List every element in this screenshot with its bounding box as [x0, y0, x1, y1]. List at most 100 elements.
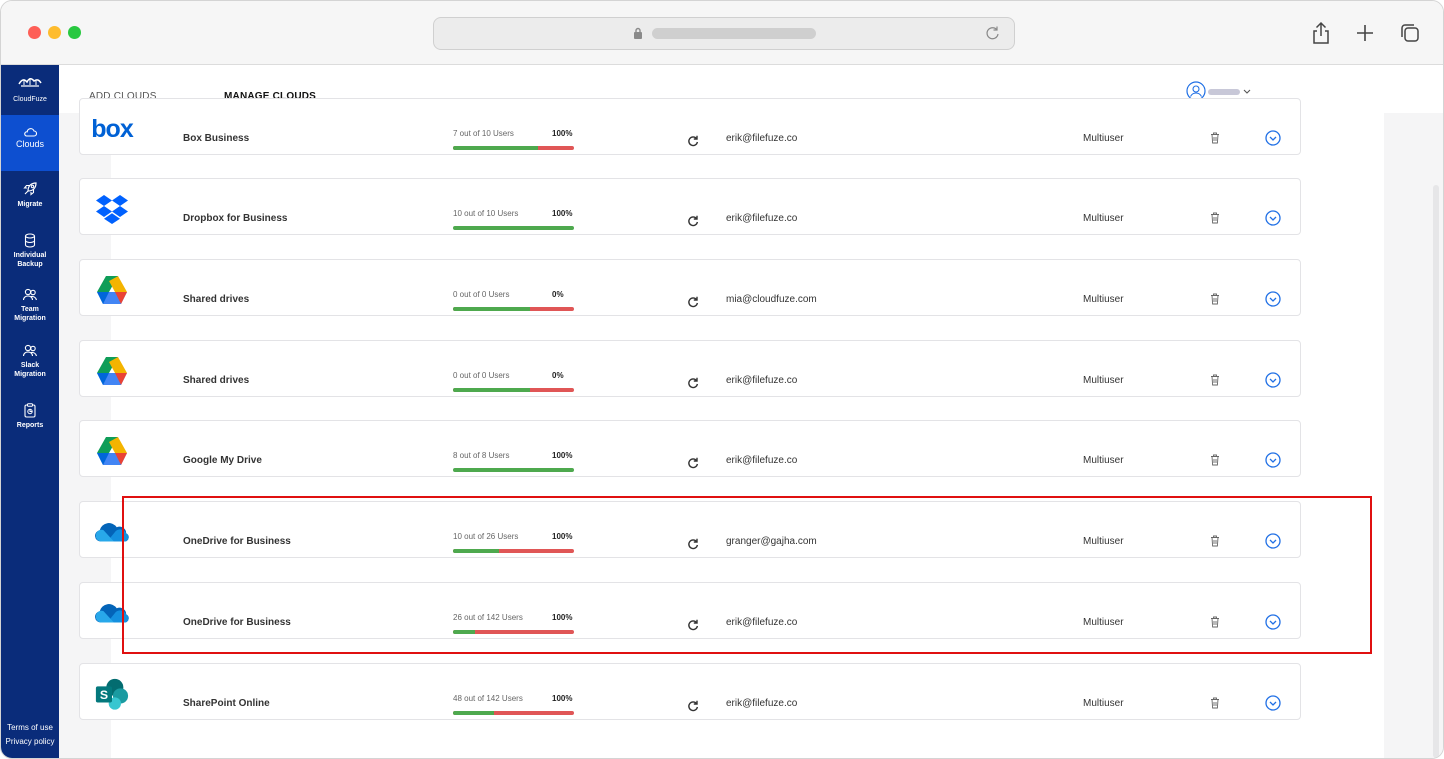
user-count: 48 out of 142 Users: [453, 694, 523, 703]
svg-text:S: S: [100, 688, 108, 702]
sidebar-item-label: Clouds: [15, 139, 44, 149]
usage-bar: [453, 388, 574, 392]
rocket-icon: [23, 182, 37, 196]
new-tab-icon[interactable]: [1356, 24, 1374, 42]
team-icon: [22, 288, 38, 301]
cloud-row-sharepoint-online: S SharePoint Online 48 out of 142 Users …: [79, 663, 1301, 720]
chevron-down-circle-icon[interactable]: [1265, 533, 1281, 549]
usage-bar: [453, 468, 574, 472]
usage-bar-fill: [453, 307, 531, 311]
dropbox-logo: [94, 193, 130, 225]
scrollbar-thumb[interactable]: [1433, 185, 1439, 758]
refresh-icon[interactable]: [687, 619, 699, 631]
cloud-row-shared-drives: Shared drives 0 out of 0 Users 0% mia@cl…: [79, 259, 1301, 316]
sharepoint-logo-icon: S: [95, 678, 129, 710]
user-count: 0 out of 0 Users: [453, 290, 510, 299]
chevron-down-circle-icon[interactable]: [1265, 695, 1281, 711]
cloud-email: erik@filefuze.co: [726, 375, 798, 386]
trash-icon[interactable]: [1210, 293, 1220, 305]
cloud-row-onedrive-business: OneDrive for Business 26 out of 142 User…: [79, 582, 1301, 639]
reload-icon[interactable]: [984, 24, 1002, 42]
cloud-type: Multiuser: [1083, 375, 1124, 386]
address-bar[interactable]: [433, 17, 1015, 50]
user-count: 0 out of 0 Users: [453, 371, 510, 380]
refresh-icon[interactable]: [687, 296, 699, 308]
usage-bar: [453, 146, 574, 150]
chevron-down-circle-icon[interactable]: [1265, 291, 1281, 307]
refresh-icon[interactable]: [687, 538, 699, 550]
privacy-link[interactable]: Privacy policy: [1, 737, 59, 746]
google-drive-logo-icon: [97, 357, 127, 385]
terms-link[interactable]: Terms of use: [1, 723, 59, 732]
trash-icon[interactable]: [1210, 697, 1220, 709]
usage-bar-fill: [453, 549, 499, 553]
chevron-down-circle-icon[interactable]: [1265, 614, 1281, 630]
sidebar-item-team-migration[interactable]: Team Migration: [1, 288, 59, 323]
team-icon: [22, 344, 38, 357]
box-logo: box: [91, 113, 133, 145]
refresh-icon[interactable]: [687, 457, 699, 469]
usage-bar-fill: [453, 146, 538, 150]
usage-percent: 100%: [552, 451, 573, 460]
tab-overview-icon[interactable]: [1399, 22, 1421, 44]
trash-icon[interactable]: [1210, 454, 1220, 466]
onedrive-logo: [94, 516, 130, 548]
close-window-button[interactable]: [28, 26, 41, 39]
cloud-row-box-business: box Box Business 7 out of 10 Users 100% …: [79, 98, 1301, 155]
cloudfuze-logo[interactable]: CloudFuze: [1, 75, 59, 103]
cloud-name: Google My Drive: [183, 455, 262, 466]
chevron-down-circle-icon[interactable]: [1265, 452, 1281, 468]
report-icon: [24, 403, 36, 418]
scrollbar-track[interactable]: [1385, 113, 1439, 758]
usage-bar-fill: [453, 711, 495, 715]
google-drive-logo: [94, 355, 130, 387]
usage-percent: 100%: [552, 129, 573, 138]
trash-icon[interactable]: [1210, 535, 1220, 547]
sidebar-item-label: Slack Migration: [14, 362, 46, 378]
user-count: 7 out of 10 Users: [453, 129, 514, 138]
onedrive-logo-icon: [95, 523, 129, 542]
browser-toolbar: [1, 1, 1443, 65]
browser-window: CloudFuze Clouds Migrate Individual Back…: [0, 0, 1444, 759]
refresh-icon[interactable]: [687, 700, 699, 712]
cloud-type: Multiuser: [1083, 213, 1124, 224]
url-placeholder: [652, 28, 816, 39]
refresh-icon[interactable]: [687, 215, 699, 227]
usage-percent: 0%: [552, 290, 564, 299]
sidebar-item-clouds[interactable]: Clouds: [1, 115, 59, 171]
user-count: 10 out of 26 Users: [453, 532, 519, 541]
cloud-name: Box Business: [183, 133, 250, 144]
sidebar-item-label: Migrate: [17, 201, 43, 208]
cloud-type: Multiuser: [1083, 294, 1124, 305]
cloud-name: SharePoint Online: [183, 698, 270, 709]
usage-bar: [453, 711, 574, 715]
user-count: 10 out of 10 Users: [453, 209, 519, 218]
cloud-icon: [24, 128, 37, 137]
usage-bar: [453, 307, 574, 311]
trash-icon[interactable]: [1210, 374, 1220, 386]
refresh-icon[interactable]: [687, 135, 699, 147]
sidebar-item-reports[interactable]: Reports: [1, 403, 59, 430]
google-drive-logo-icon: [97, 437, 127, 465]
trash-icon[interactable]: [1210, 132, 1220, 144]
minimize-window-button[interactable]: [48, 26, 61, 39]
trash-icon[interactable]: [1210, 212, 1220, 224]
chevron-down-circle-icon[interactable]: [1265, 130, 1281, 146]
sidebar-item-slack-migration[interactable]: Slack Migration: [1, 344, 59, 379]
chevron-down-circle-icon[interactable]: [1265, 210, 1281, 226]
refresh-icon[interactable]: [687, 377, 699, 389]
usage-bar-fill: [453, 226, 574, 230]
cloud-row-shared-drives: Shared drives 0 out of 0 Users 0% erik@f…: [79, 340, 1301, 397]
sidebar-item-individual-backup[interactable]: Individual Backup: [1, 233, 59, 269]
google-drive-logo: [94, 274, 130, 306]
trash-icon[interactable]: [1210, 616, 1220, 628]
box-logo-text: box: [91, 114, 133, 143]
cloud-name: OneDrive for Business: [183, 536, 291, 547]
usage-bar-fill: [453, 630, 475, 634]
maximize-window-button[interactable]: [68, 26, 81, 39]
cloud-email: erik@filefuze.co: [726, 617, 798, 628]
google-drive-logo-icon: [97, 276, 127, 304]
sidebar-item-migrate[interactable]: Migrate: [1, 181, 59, 209]
chevron-down-circle-icon[interactable]: [1265, 372, 1281, 388]
share-icon[interactable]: [1311, 21, 1331, 45]
